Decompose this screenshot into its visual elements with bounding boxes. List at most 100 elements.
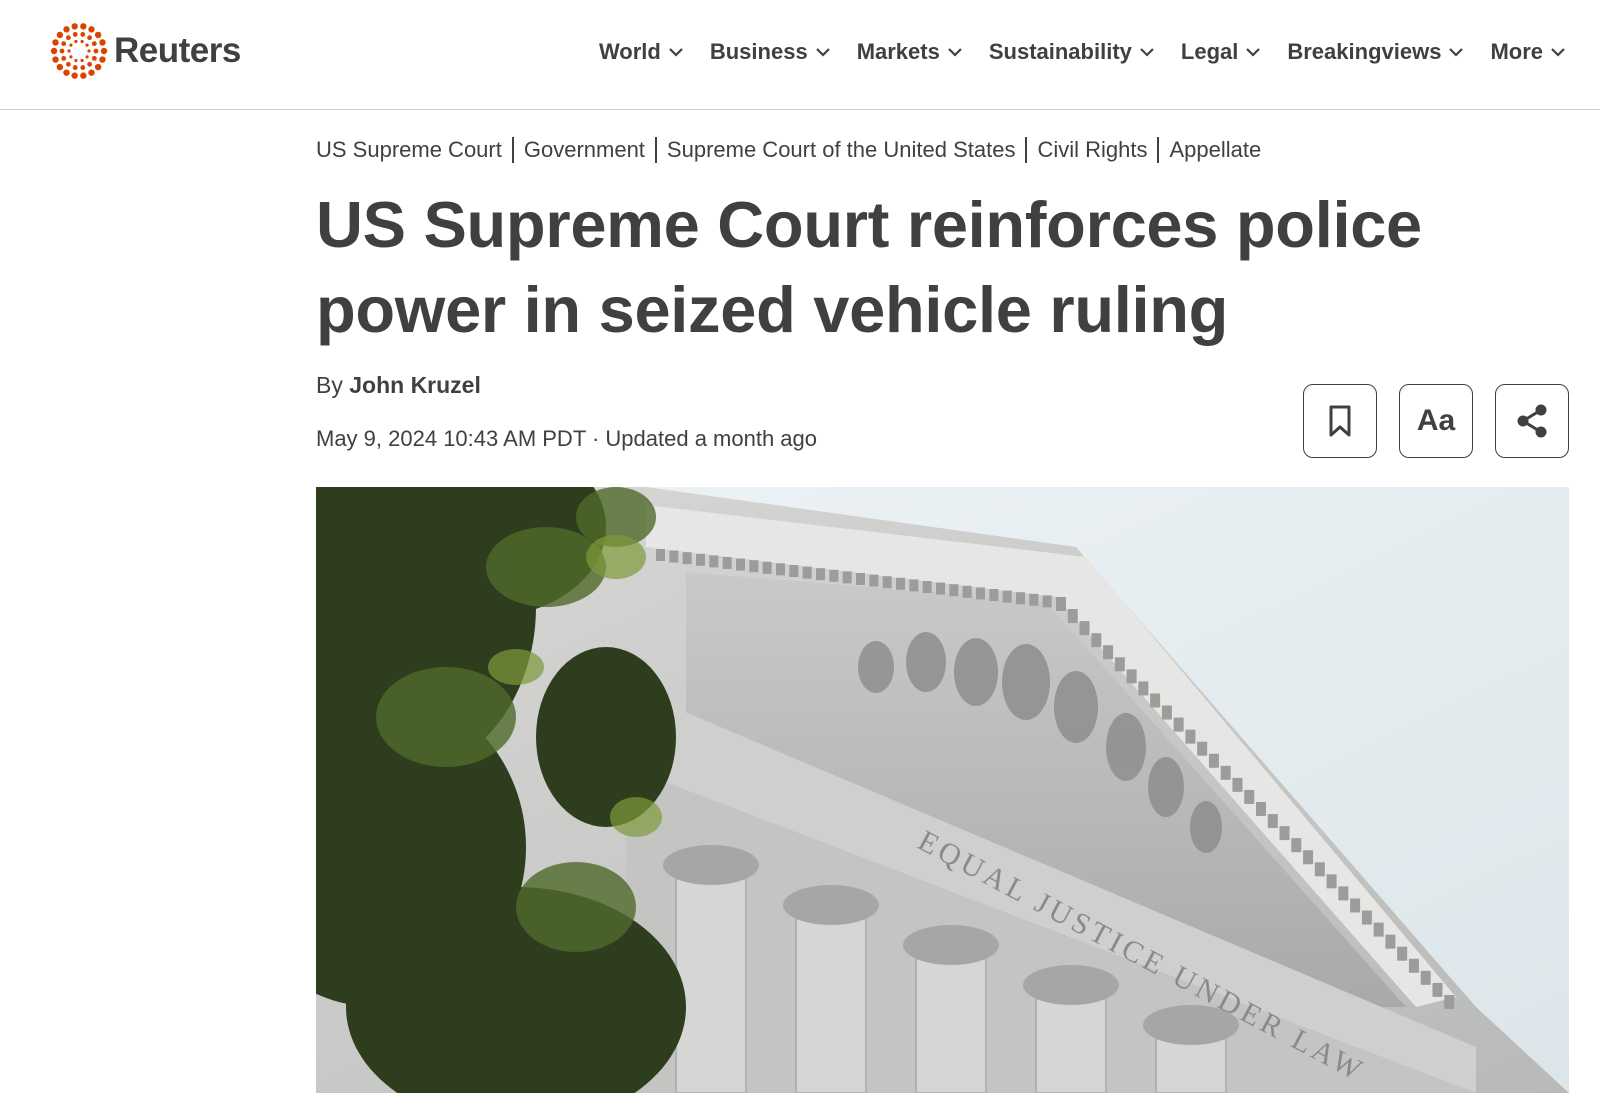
logo-dot	[88, 26, 95, 33]
chevron-down-icon	[815, 48, 830, 57]
nav-item-label: World	[598, 39, 661, 64]
chevron-down-icon	[948, 48, 962, 57]
nav-item-more[interactable]: More	[1490, 39, 1566, 65]
logo-dot	[80, 65, 86, 70]
dentil	[1432, 982, 1443, 997]
text-size-label: Aa	[1416, 404, 1456, 437]
dentil	[842, 571, 852, 584]
dentil	[1314, 862, 1325, 877]
logo-dot	[50, 47, 58, 55]
logo-dot	[69, 55, 73, 59]
dentil	[1197, 741, 1208, 756]
logo-dot	[87, 49, 91, 53]
dentil	[1385, 934, 1396, 949]
dentil	[1303, 850, 1314, 865]
nav-item-label: Breakingviews	[1287, 39, 1442, 64]
dentil	[1326, 874, 1337, 889]
dentil	[1016, 592, 1025, 605]
dentil	[1361, 910, 1372, 925]
logo-dot	[91, 55, 97, 61]
dentil	[1279, 826, 1290, 841]
dentil	[789, 565, 799, 577]
dentil	[749, 560, 759, 573]
dentil	[709, 555, 719, 568]
breadcrumb-divider	[1157, 137, 1160, 163]
dentil	[856, 573, 865, 585]
author-link[interactable]: John Kruzel	[349, 372, 481, 398]
chevron-down-icon	[1551, 48, 1565, 57]
dentil	[936, 582, 945, 595]
nav-item-legal[interactable]: Legal	[1181, 39, 1261, 65]
logo-dot	[69, 43, 73, 47]
logo-dot	[85, 43, 89, 47]
breadcrumb-link-us-supreme-court[interactable]: US Supreme Court	[316, 137, 502, 163]
dentil	[1444, 994, 1455, 1009]
dentil	[656, 549, 665, 561]
site-header: Reuters World Business Markets Sustainab…	[0, 0, 1600, 110]
dentil	[1002, 590, 1012, 603]
logo-dot	[87, 61, 92, 67]
byline-prefix: By	[316, 372, 343, 398]
logo-dot	[52, 56, 59, 63]
article-dateline: May 9, 2024 10:43 AM PDT · Updated a mon…	[316, 426, 818, 451]
nav-item-markets[interactable]: Markets	[857, 39, 963, 65]
logo-dot	[80, 39, 84, 44]
hero-image[interactable]: EQUAL JUSTICE UNDER LAW	[316, 487, 1569, 1093]
bookmark-button[interactable]	[1303, 384, 1377, 458]
dentil	[1397, 946, 1408, 961]
logo-dot	[63, 69, 70, 76]
dentil	[696, 553, 705, 566]
dentil	[762, 561, 772, 574]
logo-dot	[99, 56, 106, 63]
logo-dot	[80, 72, 87, 79]
breadcrumb-link-supreme-court-us[interactable]: Supreme Court of the United States	[667, 137, 1016, 163]
dentil	[976, 587, 985, 600]
logo-dot	[72, 32, 78, 37]
dentil	[1220, 765, 1231, 780]
dentil	[922, 581, 932, 593]
logo-dot	[85, 55, 89, 59]
breadcrumb-link-government[interactable]: Government	[524, 137, 645, 163]
breadcrumb-divider	[511, 137, 514, 163]
logo-dot	[80, 23, 87, 30]
text-size-button[interactable]: Aa	[1399, 384, 1473, 458]
supreme-court-photo: EQUAL JUSTICE UNDER LAW	[316, 487, 1569, 1093]
logo-dot	[71, 23, 78, 30]
dentil	[1256, 802, 1266, 816]
logo-dot	[74, 58, 78, 63]
share-button[interactable]	[1495, 384, 1569, 458]
logo-dot	[74, 39, 78, 44]
logo-dot	[59, 48, 65, 54]
nav-item-business[interactable]: Business	[710, 39, 831, 65]
logo-dot	[71, 72, 78, 79]
logo-dot	[66, 35, 71, 41]
logo-dot	[93, 48, 99, 54]
breadcrumb-link-civil-rights[interactable]: Civil Rights	[1037, 137, 1147, 163]
nav-item-world[interactable]: World	[599, 39, 684, 65]
breadcrumb-link-appellate[interactable]: Appellate	[1169, 137, 1261, 163]
dentil	[776, 563, 785, 576]
main-nav: World Business Markets Sustainability Le…	[599, 32, 1566, 72]
breadcrumb-divider	[654, 137, 657, 163]
dentil	[802, 566, 812, 579]
dentil	[989, 589, 999, 601]
dentil	[962, 585, 972, 598]
dentil	[722, 557, 732, 569]
dentil	[1185, 729, 1196, 744]
dentil	[1232, 777, 1243, 792]
nav-item-label: Sustainability	[988, 39, 1132, 64]
reuters-logo[interactable]: Reuters	[50, 22, 241, 80]
nav-item-breakingviews[interactable]: Breakingviews	[1287, 39, 1464, 65]
nav-item-label: Markets	[856, 39, 940, 64]
logo-dot	[100, 47, 108, 55]
dentil	[829, 569, 839, 582]
logo-dot	[80, 32, 86, 37]
logo-dot	[72, 65, 78, 70]
nav-item-sustainability[interactable]: Sustainability	[989, 39, 1155, 65]
dentil	[1408, 958, 1419, 973]
logo-wordmark: Reuters	[114, 31, 241, 70]
chevron-down-icon	[1449, 48, 1464, 57]
dentil	[1138, 681, 1149, 696]
logo-dot	[91, 41, 97, 47]
dentil	[1208, 753, 1219, 768]
